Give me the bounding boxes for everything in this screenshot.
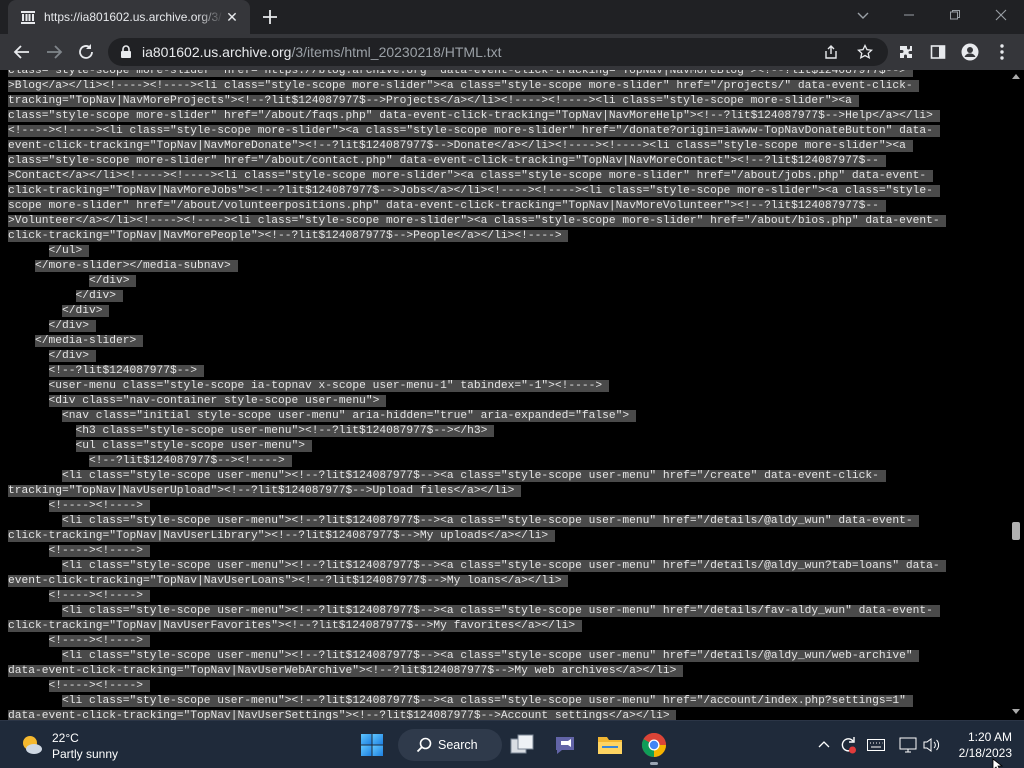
scroll-up-arrow-icon[interactable] (1012, 74, 1020, 79)
source-line[interactable]: data-event-click-tracking="TopNav|NavUse… (8, 710, 677, 720)
source-line[interactable]: event-click-tracking="TopNav|NavUserLoan… (8, 575, 569, 587)
source-line[interactable]: <!----><!----> (48, 590, 150, 602)
source-line[interactable]: <h3 class="style-scope user-menu"><!--?l… (75, 425, 495, 437)
minimize-icon[interactable] (886, 0, 932, 30)
source-line[interactable]: class="style-scope more-slider" href="ht… (8, 70, 913, 77)
source-line[interactable]: event-click-tracking="TopNav|NavMoreDona… (8, 140, 913, 152)
source-line[interactable]: <!----><!----> (48, 500, 150, 512)
file-explorer-icon[interactable] (594, 729, 626, 761)
source-line[interactable]: </media-slider> (35, 335, 144, 347)
browser-menu-icon[interactable] (992, 42, 1012, 62)
volume-icon[interactable] (922, 735, 942, 755)
source-line[interactable]: <li class="style-scope user-menu"><!--?l… (62, 650, 920, 662)
close-window-icon[interactable] (978, 0, 1024, 30)
search-icon (416, 737, 432, 753)
source-line[interactable]: tracking="TopNav|NavUserUpload"><!--?lit… (8, 485, 522, 497)
page-content[interactable]: class="style-scope more-slider" href="ht… (0, 70, 1008, 720)
profile-avatar-icon[interactable] (960, 42, 980, 62)
task-view-icon[interactable] (506, 729, 538, 761)
source-line[interactable]: scope more-slider" href="/about/voluntee… (8, 200, 886, 212)
mouse-cursor-icon (992, 758, 1004, 768)
url-text[interactable]: ia801602.us.archive.org/3/items/html_202… (142, 44, 502, 60)
partly-sunny-icon (23, 736, 42, 754)
back-icon[interactable] (10, 40, 34, 64)
source-line[interactable]: <!----><!----> (48, 545, 150, 557)
source-text[interactable]: class="style-scope more-slider" href="ht… (8, 70, 947, 720)
start-button[interactable] (356, 729, 388, 761)
source-line[interactable]: <!--?lit$124087977$--> (48, 365, 204, 377)
windows-taskbar: 22°C Partly sunny Search 1:20 AM 2/18/20… (0, 720, 1024, 768)
source-line[interactable]: <ul class="style-scope user-menu"> (75, 440, 312, 452)
source-line[interactable]: <div class="nav-container style-scope us… (48, 395, 387, 407)
tab-strip: https://ia801602.us.archive.org/3/ ✕ (0, 0, 1024, 34)
keyboard-icon[interactable] (866, 735, 886, 755)
source-line[interactable]: <li class="style-scope user-menu"><!--?l… (62, 695, 913, 707)
search-label: Search (438, 738, 478, 752)
restore-icon[interactable] (932, 0, 978, 30)
teams-chat-icon[interactable] (549, 729, 581, 761)
source-line[interactable]: >Volunteer</a></li><!----><!----><li cla… (8, 215, 947, 227)
temperature-label: 22°C (52, 731, 79, 745)
source-line[interactable]: <li class="style-scope user-menu"><!--?l… (62, 470, 886, 482)
vertical-scrollbar[interactable] (1008, 70, 1024, 720)
source-line[interactable]: click-tracking="TopNav|NavMoreJobs"><!--… (8, 185, 940, 197)
windows-logo-icon (361, 734, 383, 756)
source-line[interactable]: <li class="style-scope user-menu"><!--?l… (62, 515, 920, 527)
lock-icon[interactable] (120, 45, 132, 59)
source-line[interactable]: <li class="style-scope user-menu"><!--?l… (62, 560, 947, 572)
source-line[interactable]: class="style-scope more-slider" href="/a… (8, 110, 940, 122)
side-panel-icon[interactable] (928, 42, 948, 62)
browser-toolbar: ia801602.us.archive.org/3/items/html_202… (0, 34, 1024, 70)
chrome-icon[interactable] (638, 729, 670, 761)
source-line[interactable]: </div> (89, 275, 137, 287)
network-icon[interactable] (898, 735, 918, 755)
scrollbar-thumb[interactable] (1012, 522, 1020, 540)
source-line[interactable]: class="style-scope more-slider" href="/a… (8, 155, 886, 167)
tab-search-chevron-icon[interactable] (840, 0, 886, 30)
source-line[interactable]: <li class="style-scope user-menu"><!--?l… (62, 605, 940, 617)
clock-time: 1:20 AM (967, 730, 1012, 744)
source-line[interactable]: click-tracking="TopNav|NavMorePeople"><!… (8, 230, 569, 242)
source-line[interactable]: <nav class="initial style-scope user-men… (62, 410, 636, 422)
close-tab-icon[interactable]: ✕ (224, 9, 240, 25)
source-line[interactable]: tracking="TopNav|NavMoreProjects"><!--?l… (8, 95, 859, 107)
system-clock[interactable]: 1:20 AM 2/18/2023 (948, 729, 1012, 761)
source-line[interactable]: click-tracking="TopNav|NavUserLibrary"><… (8, 530, 555, 542)
extensions-icon[interactable] (896, 42, 916, 62)
address-bar[interactable]: ia801602.us.archive.org/3/items/html_202… (108, 38, 888, 66)
source-line[interactable]: <!----><!----> (48, 680, 150, 692)
source-line[interactable]: </ul> (48, 245, 90, 257)
forward-icon[interactable] (42, 40, 66, 64)
new-tab-icon[interactable] (260, 7, 280, 27)
taskbar-search-button[interactable]: Search (398, 729, 502, 761)
show-hidden-icons-chevron-icon[interactable] (814, 735, 834, 755)
share-icon[interactable] (822, 43, 840, 61)
source-line[interactable]: </div> (48, 350, 96, 362)
source-line[interactable]: data-event-click-tracking="TopNav|NavUse… (8, 665, 684, 677)
scroll-down-arrow-icon[interactable] (1012, 709, 1020, 714)
browser-tab[interactable]: https://ia801602.us.archive.org/3/ ✕ (8, 0, 250, 34)
tab-title: https://ia801602.us.archive.org/3/ (44, 10, 222, 24)
weather-condition-label: Partly sunny (52, 747, 119, 761)
source-line[interactable]: >Blog</a></li><!----><!----><li class="s… (8, 80, 920, 92)
source-line[interactable]: click-tracking="TopNav|NavUserFavorites"… (8, 620, 582, 632)
source-line[interactable]: >Contact</a></li><!----><!----><li class… (8, 170, 933, 182)
source-line[interactable]: <!--?lit$124087977$--><!----> (89, 455, 292, 467)
source-line[interactable]: <!----><!----><li class="style-scope mor… (8, 125, 940, 137)
source-line[interactable]: </more-slider></media-subnav> (35, 260, 238, 272)
source-line[interactable]: <user-menu class="style-scope ia-topnav … (48, 380, 609, 392)
source-line[interactable]: </div> (48, 320, 96, 332)
sync-status-icon[interactable] (838, 735, 858, 755)
archive-favicon-icon (21, 11, 35, 24)
reload-icon[interactable] (74, 40, 98, 64)
source-line[interactable]: </div> (75, 290, 123, 302)
bookmark-star-icon[interactable] (856, 43, 874, 61)
chrome-running-indicator (650, 762, 658, 765)
source-line[interactable]: <!----><!----> (48, 635, 150, 647)
source-line[interactable]: </div> (62, 305, 110, 317)
